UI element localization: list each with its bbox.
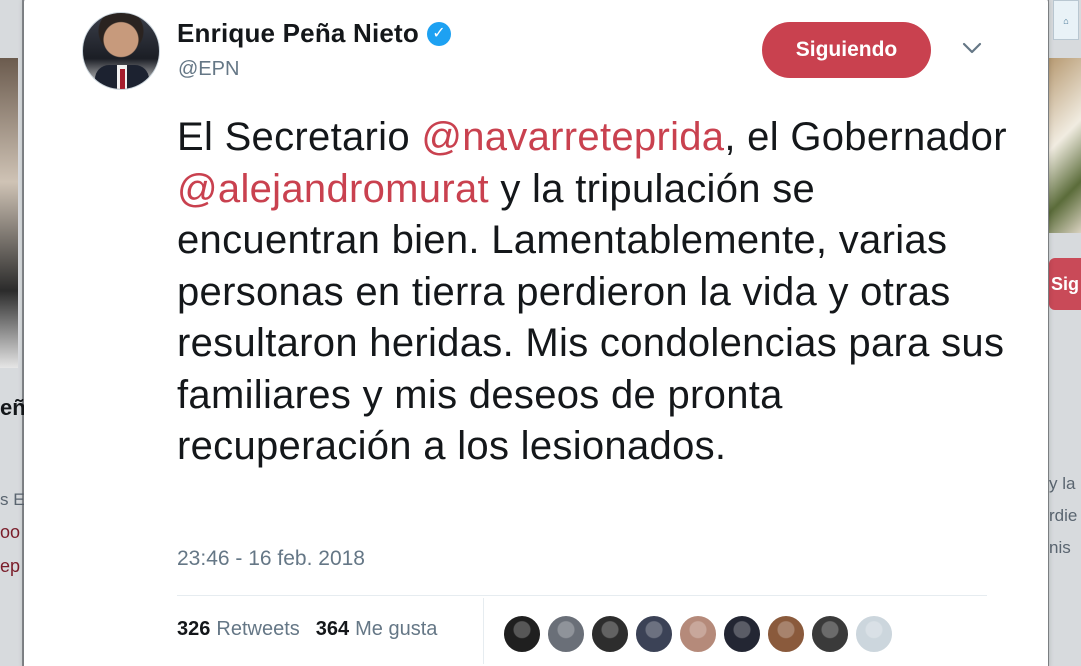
background-text-fragment: nis bbox=[1049, 538, 1071, 557]
retweets-label[interactable]: Retweets bbox=[216, 618, 299, 641]
liker-avatar-8[interactable] bbox=[810, 614, 850, 654]
liker-avatar-1[interactable] bbox=[502, 614, 542, 654]
retweets-count[interactable]: 326 bbox=[177, 618, 210, 641]
tweet-text-segment: y la tripulación se encuentran bien. Lam… bbox=[177, 166, 1005, 469]
background-follow-button[interactable]: Sig bbox=[1049, 258, 1081, 310]
divider bbox=[177, 595, 987, 596]
author-display-name[interactable]: Enrique Peña Nieto bbox=[177, 18, 419, 49]
background-text-fragment: s E bbox=[0, 490, 25, 509]
liker-avatar-5[interactable] bbox=[678, 614, 718, 654]
background-text-fragment: y la bbox=[1049, 474, 1076, 493]
avatar[interactable] bbox=[82, 12, 160, 90]
background-text-fragment: eñ bbox=[0, 395, 26, 420]
background-text-fragment: ep bbox=[0, 556, 21, 576]
tweet-modal: Enrique Peña Nieto ✓ @EPN Siguiendo El S… bbox=[24, 0, 1048, 666]
verified-badge-icon: ✓ bbox=[426, 21, 451, 46]
likes-label[interactable]: Me gusta bbox=[355, 618, 437, 641]
background-right-panel: ⌂ Sig y la rdie nis bbox=[1049, 0, 1081, 666]
liker-avatar-3[interactable] bbox=[590, 614, 630, 654]
liker-avatar-4[interactable] bbox=[634, 614, 674, 654]
stats-divider bbox=[483, 598, 484, 664]
avatar-tie bbox=[120, 69, 125, 89]
background-logo: ⌂ bbox=[1053, 0, 1079, 40]
background-profile-photo bbox=[0, 58, 18, 368]
author-handle[interactable]: @EPN bbox=[178, 58, 239, 81]
mention-link[interactable]: @alejandromurat bbox=[177, 167, 489, 211]
background-media-photo bbox=[1049, 58, 1081, 233]
following-button[interactable]: Siguiendo bbox=[762, 22, 931, 78]
liker-avatar-6[interactable] bbox=[722, 614, 762, 654]
background-text-fragment: rdie bbox=[1049, 506, 1078, 525]
author-name-row[interactable]: Enrique Peña Nieto ✓ bbox=[177, 18, 451, 49]
likes-count[interactable]: 364 bbox=[316, 618, 349, 641]
tweet-text-segment: El Secretario bbox=[177, 115, 422, 159]
tweet-stats: 326 Retweets 364 Me gusta bbox=[177, 618, 437, 641]
tweet-text-segment: , el Gobernador bbox=[724, 115, 1007, 159]
background-text-fragment: oo bbox=[0, 522, 21, 542]
liker-avatar-2[interactable] bbox=[546, 614, 586, 654]
liker-avatar-9[interactable] bbox=[854, 614, 894, 654]
liker-avatars-list bbox=[502, 614, 898, 654]
background-left-panel: eñ s E oo ep bbox=[0, 0, 26, 666]
tweet-text: El Secretario @navarreteprida, el Gobern… bbox=[177, 112, 1007, 473]
chevron-down-icon[interactable] bbox=[960, 38, 984, 58]
mention-link[interactable]: @navarreteprida bbox=[421, 115, 724, 159]
tweet-timestamp[interactable]: 23:46 - 16 feb. 2018 bbox=[177, 547, 365, 571]
liker-avatar-7[interactable] bbox=[766, 614, 806, 654]
